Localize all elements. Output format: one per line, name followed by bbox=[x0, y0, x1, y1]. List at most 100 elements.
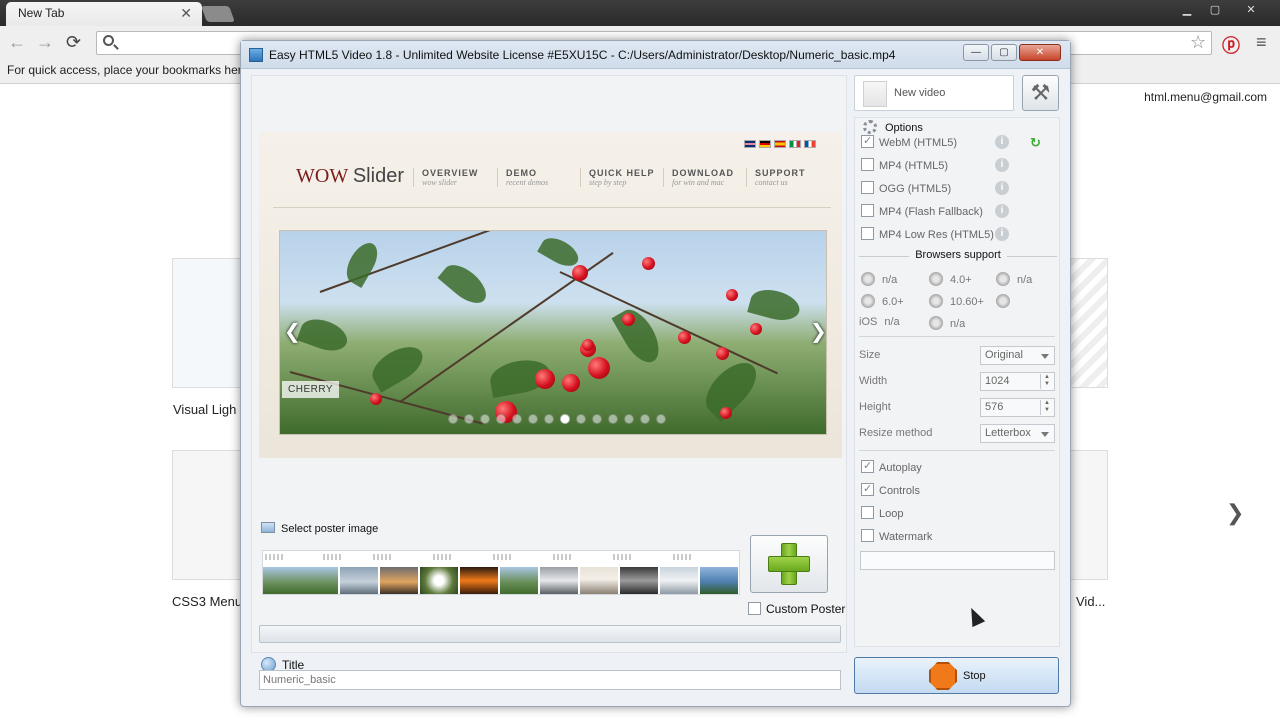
format-mp4-checkbox[interactable] bbox=[861, 158, 874, 171]
close-button[interactable]: ✕ bbox=[1019, 44, 1061, 61]
poster-frame[interactable] bbox=[500, 567, 538, 594]
slide-bullet[interactable] bbox=[464, 414, 474, 424]
minimize-button[interactable]: — bbox=[963, 44, 989, 61]
format-ogg-checkbox[interactable] bbox=[861, 181, 874, 194]
most-visited-thumb-2[interactable] bbox=[172, 450, 242, 580]
slide-next-arrow-icon[interactable]: ❯ bbox=[810, 319, 826, 344]
slide-bullet[interactable] bbox=[512, 414, 522, 424]
format-mp4-flash-checkbox[interactable] bbox=[861, 204, 874, 217]
format-mp4-low-res-checkbox[interactable] bbox=[861, 227, 874, 240]
poster-frame[interactable] bbox=[380, 567, 418, 594]
reload-icon[interactable]: ⟳ bbox=[66, 32, 81, 53]
watermark-input[interactable] bbox=[860, 551, 1055, 570]
add-poster-button[interactable] bbox=[750, 535, 828, 593]
title-input[interactable] bbox=[259, 670, 841, 690]
slide-bullet[interactable] bbox=[608, 414, 618, 424]
info-icon[interactable]: i bbox=[995, 204, 1009, 218]
custom-poster-checkbox[interactable]: Custom Poster bbox=[748, 602, 845, 616]
flag-de-icon[interactable] bbox=[759, 140, 771, 148]
custom-poster-box[interactable] bbox=[748, 602, 761, 615]
slide-bullet[interactable] bbox=[448, 414, 458, 424]
browser-close-icon[interactable]: ✕ bbox=[1240, 2, 1262, 18]
poster-frame[interactable] bbox=[700, 567, 738, 594]
poster-frames-strip[interactable] bbox=[262, 550, 740, 595]
nav-download[interactable]: DOWNLOAD for win and mac bbox=[663, 168, 734, 187]
size-select[interactable]: Original bbox=[980, 346, 1055, 365]
most-visited-label-1[interactable]: Visual Ligh bbox=[173, 402, 236, 417]
format-webm-checkbox[interactable] bbox=[861, 134, 874, 148]
browser-minimize-icon[interactable]: ▁ bbox=[1176, 2, 1198, 18]
slide-bullet[interactable] bbox=[592, 414, 602, 424]
height-spinner[interactable]: 576 ▲ ▼ bbox=[980, 398, 1055, 417]
most-visited-label-4[interactable]: Vid... bbox=[1076, 594, 1105, 609]
slide-bullet[interactable] bbox=[624, 414, 634, 424]
format-mp4-low-res[interactable]: MP4 Low Res (HTML5) bbox=[861, 227, 994, 241]
loop-option[interactable]: Loop bbox=[861, 506, 903, 520]
back-icon[interactable]: ← bbox=[8, 32, 26, 53]
nav-demo[interactable]: DEMO recent demos bbox=[497, 168, 548, 187]
stop-button[interactable]: Stop bbox=[854, 657, 1059, 694]
info-icon[interactable]: i bbox=[995, 158, 1009, 172]
flag-fr-icon[interactable] bbox=[804, 140, 816, 148]
poster-frame[interactable] bbox=[580, 567, 618, 594]
next-page-arrow-icon[interactable]: ❯ bbox=[1226, 500, 1244, 526]
controls-option[interactable]: Controls bbox=[861, 482, 920, 497]
pinterest-icon[interactable]: ⓟ bbox=[1222, 32, 1240, 58]
poster-frame[interactable] bbox=[263, 567, 338, 594]
format-mp4[interactable]: MP4 (HTML5) bbox=[861, 158, 948, 172]
slide-bullet-active[interactable] bbox=[560, 414, 570, 424]
slide-bullet[interactable] bbox=[480, 414, 490, 424]
format-ogg[interactable]: OGG (HTML5) bbox=[861, 181, 951, 195]
window-titlebar[interactable]: Easy HTML5 Video 1.8 - Unlimited Website… bbox=[241, 41, 1070, 69]
forward-icon[interactable]: → bbox=[36, 32, 54, 53]
browser-tab-new-tab[interactable]: New Tab ✕ bbox=[6, 2, 202, 26]
poster-frame[interactable] bbox=[620, 567, 658, 594]
browser-maximize-icon[interactable]: ▢ bbox=[1204, 2, 1226, 18]
nav-quick-help[interactable]: QUICK HELP step by step bbox=[580, 168, 655, 187]
controls-checkbox[interactable] bbox=[861, 482, 874, 496]
width-spinner[interactable]: 1024 ▲ ▼ bbox=[980, 372, 1055, 391]
poster-frame[interactable] bbox=[340, 567, 378, 594]
watermark-checkbox[interactable] bbox=[861, 529, 874, 542]
bookmark-star-icon[interactable]: ☆ bbox=[1190, 32, 1206, 53]
flag-es-icon[interactable] bbox=[774, 140, 786, 148]
close-tab-icon[interactable]: ✕ bbox=[180, 5, 192, 22]
info-icon[interactable]: i bbox=[995, 135, 1009, 149]
slide-bullet[interactable] bbox=[656, 414, 666, 424]
flag-it-icon[interactable] bbox=[789, 140, 801, 148]
poster-frame[interactable] bbox=[660, 567, 698, 594]
slide-bullet[interactable] bbox=[528, 414, 538, 424]
tools-button[interactable]: ⚒ bbox=[1022, 75, 1059, 111]
nav-support[interactable]: SUPPORT contact us bbox=[746, 168, 806, 187]
most-visited-label-2[interactable]: CSS3 Menu bbox=[172, 594, 242, 609]
flag-en-icon[interactable] bbox=[744, 140, 756, 148]
menu-icon[interactable]: ≡ bbox=[1256, 32, 1267, 53]
format-webm[interactable]: WebM (HTML5) bbox=[861, 134, 957, 149]
resize-method-select[interactable]: Letterbox bbox=[980, 424, 1055, 443]
poster-frame[interactable] bbox=[420, 567, 458, 594]
new-tab-button[interactable] bbox=[201, 6, 235, 22]
format-mp4-flash[interactable]: MP4 (Flash Fallback) bbox=[861, 204, 983, 218]
refresh-icon[interactable]: ↻ bbox=[1030, 135, 1041, 151]
most-visited-thumb-1[interactable] bbox=[172, 258, 242, 388]
slide-bullet[interactable] bbox=[640, 414, 650, 424]
maximize-button[interactable]: ▢ bbox=[991, 44, 1017, 61]
slide-prev-arrow-icon[interactable]: ❮ bbox=[284, 319, 301, 344]
slide-bullet[interactable] bbox=[544, 414, 554, 424]
spinner-arrows-icon[interactable]: ▲ ▼ bbox=[1040, 374, 1053, 389]
most-visited-thumb-4[interactable] bbox=[1070, 450, 1108, 580]
autoplay-option[interactable]: Autoplay bbox=[861, 459, 922, 474]
autoplay-checkbox[interactable] bbox=[861, 459, 874, 473]
watermark-option[interactable]: Watermark bbox=[861, 529, 932, 543]
slide-bullet[interactable] bbox=[576, 414, 586, 424]
info-icon[interactable]: i bbox=[995, 181, 1009, 195]
info-icon[interactable]: i bbox=[995, 227, 1009, 241]
poster-frame[interactable] bbox=[460, 567, 498, 594]
loop-checkbox[interactable] bbox=[861, 506, 874, 519]
spinner-arrows-icon[interactable]: ▲ ▼ bbox=[1040, 400, 1053, 415]
slide-bullet[interactable] bbox=[496, 414, 506, 424]
poster-frame[interactable] bbox=[540, 567, 578, 594]
account-email-link[interactable]: html.menu@gmail.com bbox=[1144, 90, 1267, 104]
nav-overview[interactable]: OVERVIEW wow slider bbox=[413, 168, 478, 187]
new-video-button[interactable]: New video bbox=[854, 75, 1014, 111]
